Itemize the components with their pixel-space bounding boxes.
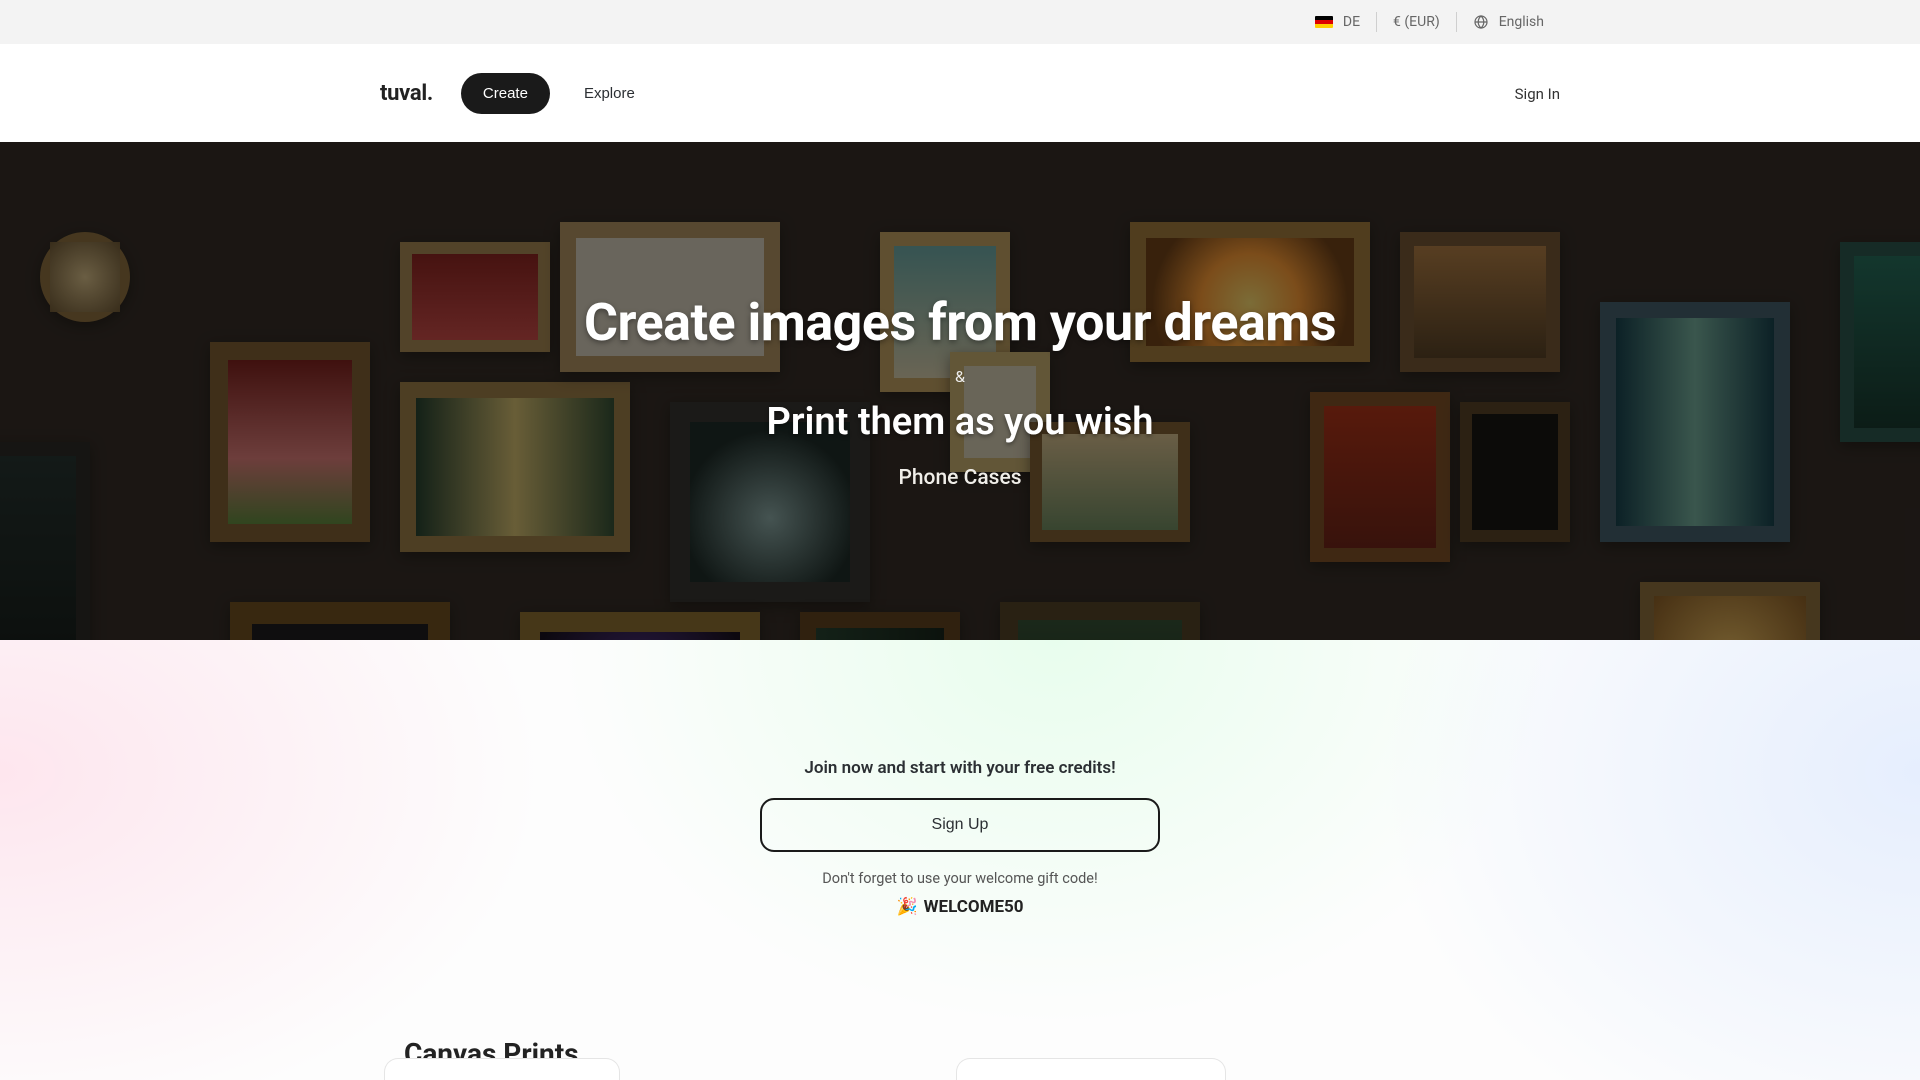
party-popper-icon: 🎉 <box>896 897 917 917</box>
language-selector[interactable]: English <box>1456 12 1560 32</box>
hero-tagline: Phone Cases <box>898 466 1021 490</box>
signup-section: Join now and start with your free credit… <box>0 640 1920 1080</box>
currency-selector[interactable]: € (EUR) <box>1376 12 1456 32</box>
country-code: DE <box>1343 14 1360 30</box>
hero-section: Create images from your dreams & Print t… <box>0 142 1920 640</box>
gift-note: Don't forget to use your welcome gift co… <box>822 870 1097 887</box>
create-button[interactable]: Create <box>461 73 550 114</box>
product-card-peek <box>956 1058 1226 1080</box>
hero-title: Create images from your dreams <box>584 292 1336 353</box>
nav-links: Create Explore <box>461 73 657 114</box>
hero-ampersand: & <box>955 367 965 386</box>
utility-bar: DE € (EUR) English <box>0 0 1920 44</box>
gift-code: 🎉 WELCOME50 <box>896 897 1023 917</box>
globe-icon <box>1473 14 1489 30</box>
country-selector[interactable]: DE <box>1299 12 1376 32</box>
signup-lead: Join now and start with your free credit… <box>804 758 1115 778</box>
sign-up-button[interactable]: Sign Up <box>760 798 1160 852</box>
sign-in-link[interactable]: Sign In <box>1515 85 1560 103</box>
explore-button[interactable]: Explore <box>562 73 657 114</box>
hero-subtitle: Print them as you wish <box>766 400 1153 444</box>
main-navbar: tuval. Create Explore Sign In <box>0 44 1920 142</box>
currency-label: € (EUR) <box>1393 14 1440 30</box>
logo[interactable]: tuval. <box>380 81 433 106</box>
product-card-peek <box>384 1058 620 1080</box>
flag-de-icon <box>1315 16 1333 28</box>
language-label: English <box>1499 14 1544 30</box>
gift-code-text: WELCOME50 <box>924 897 1024 917</box>
